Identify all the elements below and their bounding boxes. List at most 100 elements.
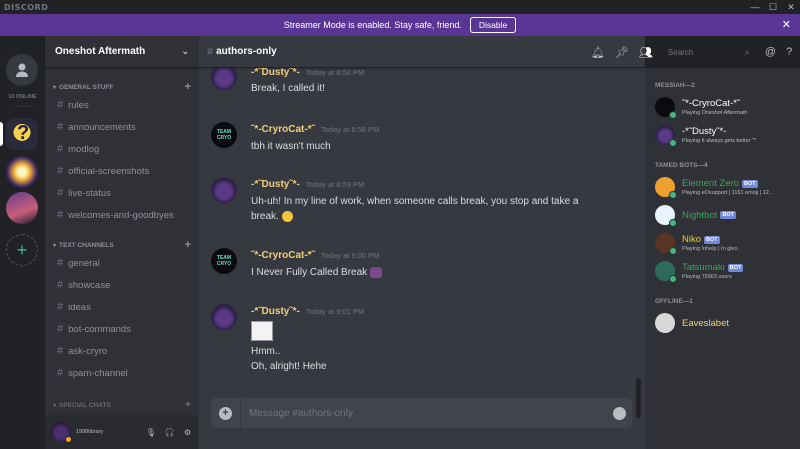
close-banner-icon[interactable]: ✕ [782, 18, 791, 31]
timestamp: Today at 9:01 PM [305, 307, 365, 316]
avatar [655, 205, 677, 227]
add-channel-icon[interactable]: + [185, 239, 191, 251]
emoji-picker-button[interactable] [606, 406, 632, 420]
bell-icon[interactable]: 🔔︎ [591, 46, 605, 59]
avatar[interactable] [51, 422, 72, 443]
timestamp: Today at 9:00 PM [320, 251, 380, 260]
online-status-indicator [669, 247, 677, 255]
channel-label: general [68, 257, 100, 269]
chevron-down-icon: ⌄ [181, 46, 189, 56]
channel-modlog[interactable]: # modlog [45, 138, 199, 160]
disable-streamer-mode-button[interactable]: Disable [469, 17, 517, 33]
channel-bot-commands[interactable]: # bot-commands [45, 318, 199, 340]
channel-official-screenshots[interactable]: # official-screenshots [45, 160, 199, 182]
hash-icon: # [57, 301, 64, 313]
pin-icon[interactable]: 📌︎ [615, 46, 629, 59]
channel-ask-cryro[interactable]: # ask-cryro [45, 340, 199, 362]
channel-showcase[interactable]: # showcase [45, 274, 199, 296]
category-label: TEXT CHANNELS [59, 241, 114, 249]
channel-label: official-screenshots [68, 165, 150, 177]
home-button[interactable] [6, 54, 38, 86]
member-element-zero[interactable]: Element Zero BOT Playing eOsupport | 1161… [655, 174, 800, 200]
hash-icon: # [57, 323, 64, 335]
headphones-icon[interactable]: 🎧 [165, 428, 175, 437]
author-avatar[interactable] [211, 68, 237, 90]
author-avatar[interactable]: TEAM CRYO [211, 122, 237, 148]
member-activity: Playing 79363 users [682, 274, 732, 280]
timestamp: Today at 8:59 PM [305, 180, 365, 189]
member-cryrocat[interactable]: ˜*-CryroCat-*˜ Playing Oneshot Aftermath [655, 94, 800, 120]
search-input[interactable]: Search ⌕ [662, 43, 755, 61]
idle-status-indicator [65, 436, 72, 443]
online-status-indicator [669, 191, 677, 199]
channel-header: # authors-only [199, 36, 645, 68]
channel-general[interactable]: # general [45, 252, 199, 274]
discord-window: DISCORD — ☐ ✕ Streamer Mode is enabled. … [0, 0, 800, 449]
author-avatar[interactable] [211, 304, 237, 330]
add-channel-icon[interactable]: + [185, 81, 191, 93]
hash-icon: # [57, 279, 64, 291]
server-icon[interactable] [6, 156, 38, 188]
message-text: Uh-uh! In my line of work, when someone … [251, 196, 579, 222]
microphone-icon[interactable]: 🎙 [146, 428, 156, 437]
caret-down-icon: ▾ [53, 84, 57, 91]
channel-ideas[interactable]: # ideas [45, 296, 199, 318]
message-list: -*˜Dusty˜*- Today at 8:58 PM Break, I cal… [199, 68, 645, 383]
caret-down-icon: ▾ [53, 242, 57, 249]
server-icon-oneshot-aftermath[interactable] [6, 118, 38, 150]
avatar [655, 97, 677, 119]
author-name[interactable]: ˜*-CryroCat-*˜ [251, 250, 315, 261]
avatar [655, 177, 677, 199]
channel-label: rules [68, 99, 89, 111]
help-icon[interactable]: ? [786, 46, 792, 58]
streamer-mode-message: Streamer Mode is enabled. Stay safe, fri… [283, 20, 462, 30]
channel-label: announcements [68, 121, 136, 133]
header-toolbar: 🔔︎ 📌︎ 👥︎ Search ⌕ @ ? [585, 36, 800, 68]
add-server-button[interactable]: + [6, 234, 38, 266]
category-text-channels[interactable]: ▾ TEXT CHANNELS + [45, 238, 199, 252]
add-channel-icon[interactable]: + [185, 399, 191, 411]
bot-tag: BOT [720, 211, 737, 219]
member-eaveslabet[interactable]: Eaveslabet [655, 310, 800, 336]
server-icon[interactable] [6, 192, 38, 224]
author-avatar[interactable]: TEAM CRYO [211, 248, 237, 274]
streamer-mode-banner: Streamer Mode is enabled. Stay safe, fri… [0, 14, 800, 36]
members-icon[interactable]: 👥︎ [639, 46, 653, 59]
title-bar: DISCORD — ☐ ✕ [0, 0, 800, 14]
caret-down-icon: ▾ [53, 402, 57, 409]
author-name[interactable]: -*˜Dusty˜*- [251, 68, 300, 78]
member-tatsumaki[interactable]: Tatsumaki BOT Playing 79363 users [655, 258, 800, 284]
smile-icon [612, 406, 626, 420]
channel-announcements[interactable]: # announcements [45, 116, 199, 138]
author-name[interactable]: -*˜Dusty˜*- [251, 306, 300, 317]
mention-icon[interactable]: @ [765, 46, 776, 58]
member-dusty[interactable]: -*˜Dusty˜*- Playing It always gets bette… [655, 122, 800, 148]
online-status-indicator [669, 219, 677, 227]
hash-icon: # [57, 257, 64, 269]
server-divider [13, 106, 33, 107]
avatar-logo: TEAM CRYO [216, 255, 232, 267]
member-nightbot[interactable]: Nightbot BOT [655, 202, 800, 228]
sketch-image-attachment[interactable] [251, 321, 273, 341]
channel-live-status[interactable]: # live-status [45, 182, 199, 204]
close-icon[interactable]: ✕ [782, 0, 800, 14]
member-niko[interactable]: Niko BOT Playing !nhelp | In glen [655, 230, 800, 256]
channel-spam-channel[interactable]: # spam-channel [45, 362, 199, 384]
channel-welcomes-and-goodbyes[interactable]: # welcomes-and-goodbyes [45, 204, 199, 226]
gear-icon[interactable]: ⚙ [184, 428, 191, 437]
scrollbar[interactable] [636, 378, 641, 418]
minimize-icon[interactable]: — [746, 0, 764, 14]
member-activity: Playing It always gets better ˜* [682, 138, 756, 144]
author-name[interactable]: -*˜Dusty˜*- [251, 179, 300, 190]
maximize-icon[interactable]: ☐ [764, 0, 782, 14]
category-general-stuff[interactable]: ▾ GENERAL STUFF + [45, 80, 199, 94]
channel-rules[interactable]: # rules [45, 94, 199, 116]
author-avatar[interactable] [211, 177, 237, 203]
channel-label: showcase [68, 279, 111, 291]
category-special-chats[interactable]: ▾ SPECIAL CHATS + [45, 398, 199, 412]
server-header[interactable]: Oneshot Aftermath ⌄ [45, 36, 199, 68]
message-input[interactable] [241, 407, 606, 419]
upload-button[interactable]: + [211, 398, 241, 428]
author-name[interactable]: ˜*-CryroCat-*˜ [251, 124, 315, 135]
avatar-logo: TEAM CRYO [216, 129, 232, 141]
